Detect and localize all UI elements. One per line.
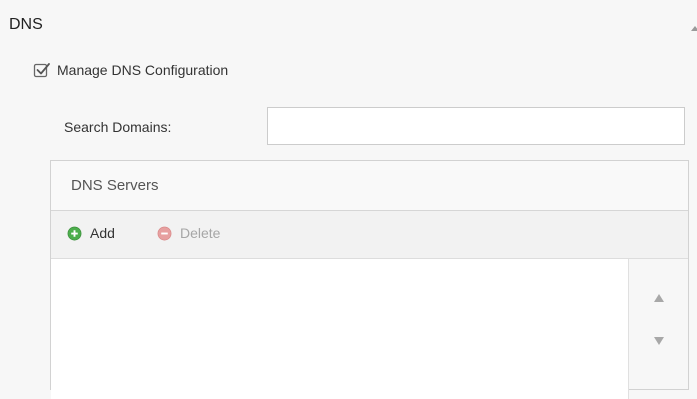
manage-dns-checkbox[interactable]: Manage DNS Configuration <box>33 60 228 80</box>
delete-button[interactable]: Delete <box>157 225 220 241</box>
add-button-label: Add <box>90 225 115 241</box>
panel-title: DNS <box>9 16 43 33</box>
checkbox-checked-icon[interactable] <box>33 61 51 79</box>
arrow-up-icon[interactable] <box>654 294 664 302</box>
dns-servers-header: DNS Servers <box>51 161 688 211</box>
search-domains-input[interactable] <box>267 107 685 145</box>
chevron-up-icon[interactable] <box>691 26 697 31</box>
dns-panel-header[interactable]: DNS <box>0 0 697 46</box>
manage-dns-label: Manage DNS Configuration <box>57 62 229 78</box>
dns-servers-toolbar: Add Delete <box>51 211 688 259</box>
dns-servers-title: DNS Servers <box>71 177 159 194</box>
dns-servers-panel: DNS Servers Add Delete <box>50 160 689 399</box>
delete-button-label: Delete <box>180 225 221 241</box>
plus-circle-icon <box>67 226 82 240</box>
dns-servers-grid[interactable] <box>51 259 629 399</box>
add-button[interactable]: Add <box>67 225 115 241</box>
search-domains-label: Search Domains: <box>64 119 172 135</box>
minus-circle-icon <box>157 226 172 240</box>
arrow-down-icon[interactable] <box>654 337 664 345</box>
